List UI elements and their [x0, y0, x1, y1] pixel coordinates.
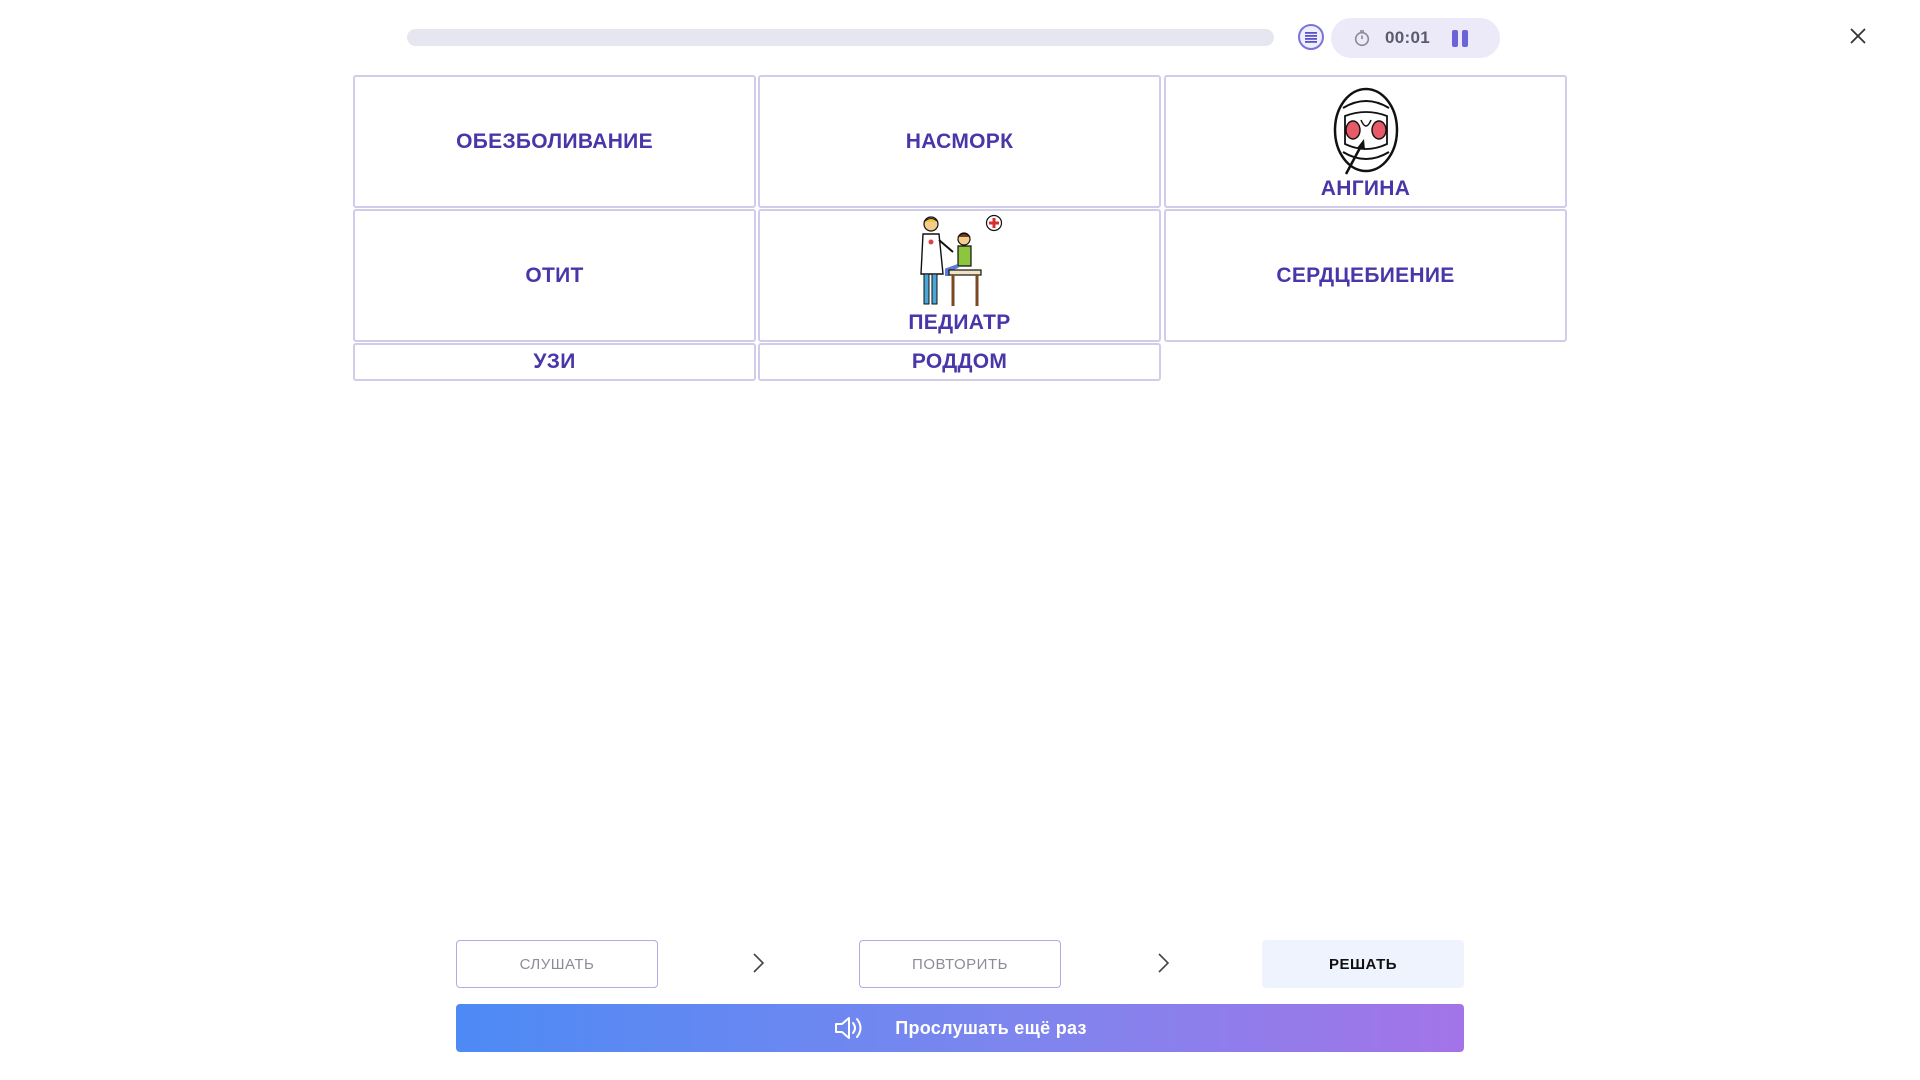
listen-again-button[interactable]: Прослушать ещё раз: [456, 1004, 1464, 1052]
tile-label: АНГИНА: [1320, 177, 1411, 200]
speaker-icon: [835, 1017, 862, 1039]
answer-tile[interactable]: НАСМОРК: [758, 75, 1161, 208]
progress-bar: [407, 29, 1274, 46]
answer-tile[interactable]: РОДДОМ: [758, 343, 1161, 381]
list-icon: [1305, 32, 1317, 43]
timer-value: 00:01: [1385, 28, 1430, 47]
tile-label: ОТИТ: [525, 263, 584, 287]
tile-label: ОБЕЗБОЛИВАНИЕ: [456, 129, 653, 153]
pause-icon: [1451, 29, 1458, 47]
tile-label: РОДДОМ: [911, 350, 1008, 373]
stopwatch-icon: [1354, 30, 1370, 47]
answer-tile[interactable]: ОТИТ: [353, 209, 756, 342]
answer-tile[interactable]: УЗИ: [353, 343, 756, 381]
tile-label: СЕРДЦЕБИЕНИЕ: [1276, 263, 1455, 287]
answer-tile[interactable]: АНГИНА: [1164, 75, 1567, 208]
pause-button[interactable]: [1451, 28, 1468, 48]
step-repeat-button[interactable]: ПОВТОРИТЬ: [859, 940, 1061, 988]
answer-tile[interactable]: ОБЕЗБОЛИВАНИЕ: [353, 75, 756, 208]
tile-label: НАСМОРК: [905, 129, 1014, 153]
tile-label: ПЕДИАТР: [908, 311, 1011, 334]
tile-label: УЗИ: [533, 350, 576, 373]
doctor-examining-child-icon: [919, 214, 1002, 306]
step-solve-button[interactable]: РЕШАТЬ: [1262, 940, 1464, 988]
chevron-right-icon: [1158, 953, 1170, 973]
close-icon[interactable]: [1846, 24, 1870, 48]
answer-tile[interactable]: ПЕДИАТР: [758, 209, 1161, 342]
timer: 00:01: [1331, 18, 1500, 58]
step-listen-button[interactable]: СЛУШАТЬ: [456, 940, 658, 988]
exercise-screen: 00:01 ОБЕЗБОЛИВАНИЕ НАСМОРК АНГИНА ОТИТ …: [0, 0, 1920, 1080]
open-mouth-throat-icon: [1333, 87, 1398, 175]
chevron-right-icon: [753, 953, 765, 973]
answer-tile[interactable]: СЕРДЦЕБИЕНИЕ: [1164, 209, 1567, 342]
listen-again-label: Прослушать ещё раз: [895, 1017, 1087, 1038]
task-list-button[interactable]: [1298, 24, 1324, 50]
